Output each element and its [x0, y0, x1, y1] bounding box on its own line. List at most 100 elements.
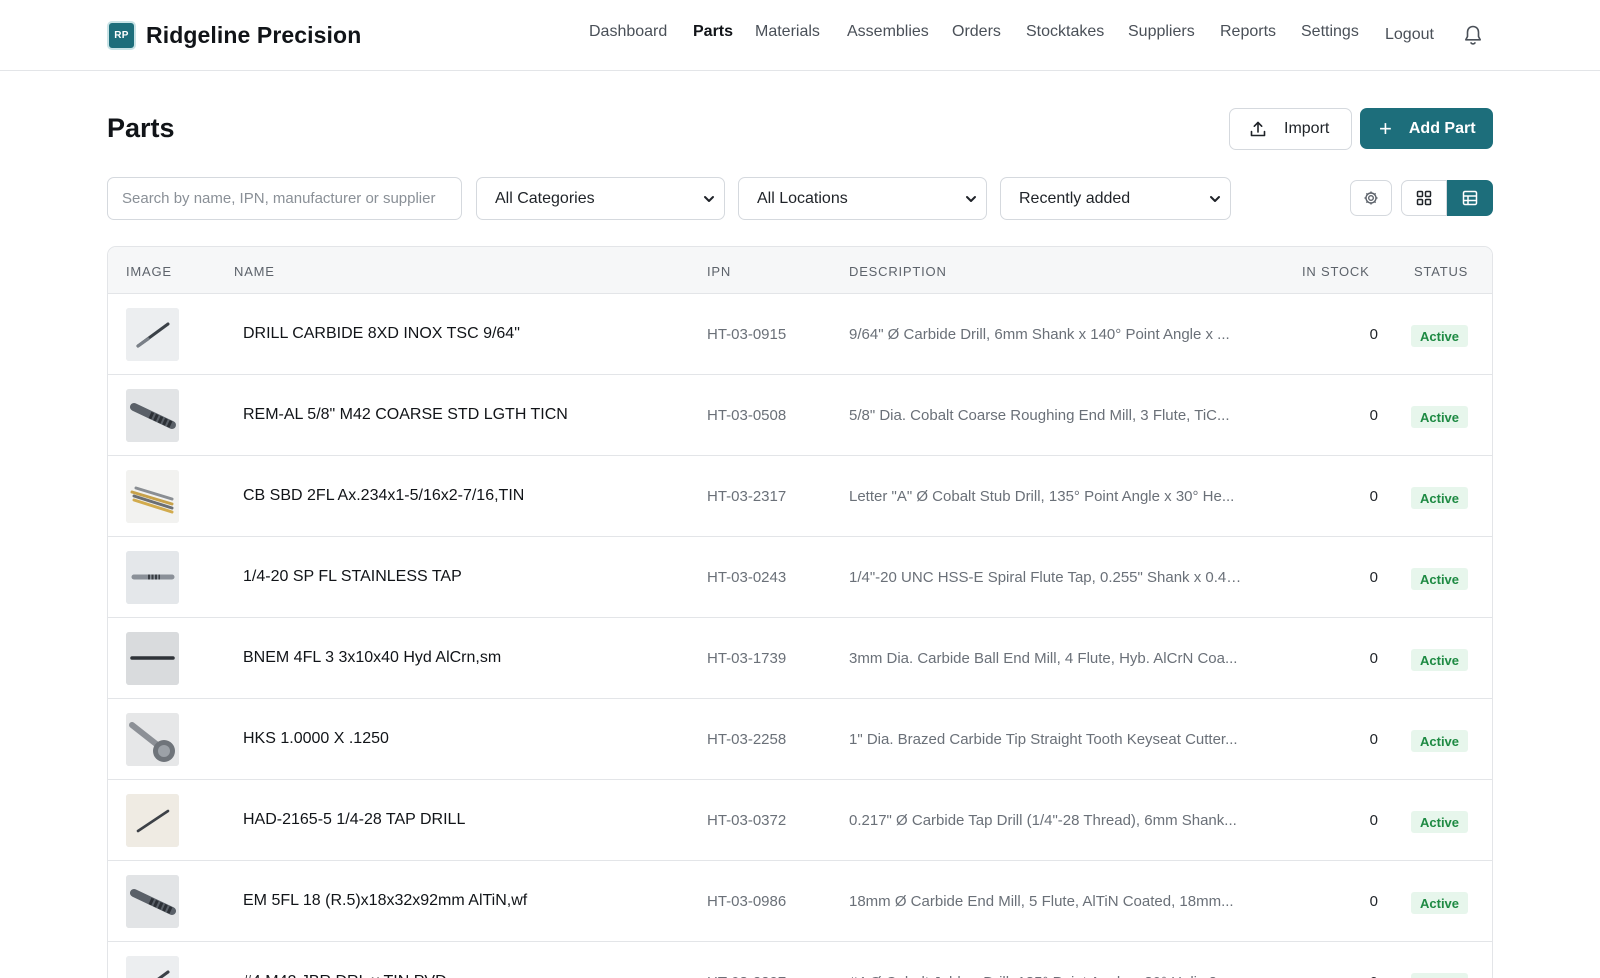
- part-name[interactable]: HKS 1.0000 X .1250: [243, 730, 389, 748]
- sort-select-value: Recently added: [1019, 189, 1131, 207]
- table-row[interactable]: REM-AL 5/8" M42 COARSE STD LGTH TICN HT-0…: [108, 374, 1492, 455]
- ball-end-mill-icon[interactable]: [126, 632, 179, 685]
- part-ipn: HT-03-0915: [707, 326, 787, 343]
- part-name[interactable]: DRILL CARBIDE 8XD INOX TSC 9/64": [243, 325, 520, 343]
- table-header: IMAGE NAME IPN DESCRIPTION IN STOCK STAT…: [108, 247, 1492, 293]
- chevron-down-icon: [966, 196, 976, 202]
- nav-settings[interactable]: Settings: [1301, 23, 1359, 41]
- table-row[interactable]: BNEM 4FL 3 3x10x40 Hyd AlCrn,sm HT-03-173…: [108, 617, 1492, 698]
- part-in-stock: 0: [1369, 812, 1378, 829]
- part-description: 3mm Dia. Carbide Ball End Mill, 4 Flute,…: [849, 650, 1238, 667]
- keyseat-cutter-icon[interactable]: [126, 713, 179, 766]
- part-ipn: HT-03-0243: [707, 569, 787, 586]
- nav-suppliers[interactable]: Suppliers: [1128, 23, 1195, 41]
- part-description: 9/64" Ø Carbide Drill, 6mm Shank x 140° …: [849, 326, 1230, 343]
- bell-icon[interactable]: [1463, 24, 1483, 46]
- parts-table: IMAGE NAME IPN DESCRIPTION IN STOCK STAT…: [107, 246, 1493, 978]
- part-name[interactable]: #4 M42 JBR DRL x TIN PVD: [243, 973, 447, 978]
- nav-assemblies[interactable]: Assemblies: [847, 23, 929, 41]
- category-select-value: All Categories: [495, 189, 595, 207]
- part-description: 0.217" Ø Carbide Tap Drill (1/4"-28 Thre…: [849, 812, 1237, 829]
- table-view-button[interactable]: [1447, 180, 1493, 216]
- header-image[interactable]: IMAGE: [126, 264, 172, 279]
- drill-set-icon[interactable]: [126, 470, 179, 523]
- status-badge: Active: [1411, 406, 1469, 428]
- table-row[interactable]: CB SBD 2FL Ax.234x1-5/16x2-7/16,TIN HT-03…: [108, 455, 1492, 536]
- part-ipn: HT-03-2297: [707, 974, 786, 978]
- status-badge: Active: [1411, 568, 1469, 590]
- grid-icon: [1416, 190, 1432, 206]
- part-name[interactable]: BNEM 4FL 3 3x10x40 Hyd AlCrn,sm: [243, 649, 501, 667]
- table-row[interactable]: #4 M42 JBR DRL x TIN PVD HT-03-2297 #4 Ø C…: [108, 941, 1492, 978]
- end-mill-icon[interactable]: [126, 875, 179, 928]
- nav-dashboard[interactable]: Dashboard: [589, 23, 667, 41]
- import-button[interactable]: Import: [1229, 108, 1352, 150]
- part-name[interactable]: HAD-2165-5 1/4-28 TAP DRILL: [243, 811, 465, 829]
- status-badge: Active: [1411, 973, 1469, 978]
- part-name[interactable]: 1/4-20 SP FL STAINLESS TAP: [243, 568, 462, 586]
- part-name[interactable]: CB SBD 2FL Ax.234x1-5/16x2-7/16,TIN: [243, 487, 524, 505]
- part-ipn: HT-03-0372: [707, 812, 787, 829]
- table-row[interactable]: HKS 1.0000 X .1250 HT-03-2258 1" Dia. Braz…: [108, 698, 1492, 779]
- upload-icon: [1250, 121, 1266, 137]
- header-ipn[interactable]: IPN: [707, 264, 731, 279]
- plus-icon: +: [1379, 115, 1392, 141]
- status-badge: Active: [1411, 487, 1469, 509]
- location-select[interactable]: All Locations: [738, 177, 987, 220]
- table-row[interactable]: 1/4-20 SP FL STAINLESS TAP HT-03-0243 1/4"…: [108, 536, 1492, 617]
- status-badge: Active: [1411, 730, 1469, 752]
- status-badge: Active: [1411, 811, 1469, 833]
- nav-stocktakes[interactable]: Stocktakes: [1026, 23, 1104, 41]
- nav-logout[interactable]: Logout: [1385, 26, 1434, 44]
- import-label: Import: [1284, 120, 1330, 137]
- table-row[interactable]: EM 5FL 18 (R.5)x18x32x92mm AlTiN,wf HT-03…: [108, 860, 1492, 941]
- grid-view-button[interactable]: [1401, 180, 1447, 216]
- drill-icon[interactable]: [126, 308, 179, 361]
- chevron-down-icon: [704, 196, 714, 202]
- drill-icon[interactable]: [126, 956, 179, 978]
- nav-reports[interactable]: Reports: [1220, 23, 1276, 41]
- header-status[interactable]: STATUS: [1414, 264, 1468, 279]
- tap-drill-icon[interactable]: [126, 794, 179, 847]
- status-badge: Active: [1411, 892, 1469, 914]
- nav-orders[interactable]: Orders: [952, 23, 1001, 41]
- part-in-stock: 0: [1369, 650, 1378, 667]
- end-mill-icon[interactable]: [126, 389, 179, 442]
- part-in-stock: 0: [1369, 893, 1378, 910]
- location-select-value: All Locations: [757, 189, 848, 207]
- nav-parts[interactable]: Parts: [693, 23, 733, 41]
- category-select[interactable]: All Categories: [476, 177, 725, 220]
- table-row[interactable]: HAD-2165-5 1/4-28 TAP DRILL HT-03-0372 0.2…: [108, 779, 1492, 860]
- add-part-button[interactable]: + Add Part: [1360, 108, 1493, 149]
- part-ipn: HT-03-2317: [707, 488, 787, 505]
- header-description[interactable]: DESCRIPTION: [849, 264, 947, 279]
- part-in-stock: 0: [1369, 731, 1378, 748]
- part-name[interactable]: REM-AL 5/8" M42 COARSE STD LGTH TICN: [243, 406, 568, 424]
- column-settings-button[interactable]: [1350, 180, 1392, 216]
- part-description: 1/4"-20 UNC HSS-E Spiral Flute Tap, 0.25…: [849, 569, 1245, 586]
- table-row[interactable]: DRILL CARBIDE 8XD INOX TSC 9/64" HT-03-09…: [108, 293, 1492, 374]
- part-description: 18mm Ø Carbide End Mill, 5 Flute, AlTiN …: [849, 893, 1234, 910]
- nav-materials[interactable]: Materials: [755, 23, 820, 41]
- part-in-stock: 0: [1308, 974, 1378, 978]
- part-in-stock: 0: [1369, 488, 1378, 505]
- part-ipn: HT-03-2258: [707, 731, 787, 748]
- part-in-stock: 0: [1369, 326, 1378, 343]
- part-ipn: HT-03-1739: [707, 650, 787, 667]
- tap-icon[interactable]: [126, 551, 179, 604]
- part-description: Letter "A" Ø Cobalt Stub Drill, 135° Poi…: [849, 488, 1235, 505]
- part-description: #4 Ø Cobalt Jobber Drill, 135° Point Ang…: [849, 974, 1245, 978]
- part-in-stock: 0: [1369, 569, 1378, 586]
- chevron-down-icon: [1210, 196, 1220, 202]
- status-badge: Active: [1411, 325, 1469, 347]
- part-description: 5/8" Dia. Cobalt Coarse Roughing End Mil…: [849, 407, 1230, 424]
- header-name[interactable]: NAME: [234, 264, 275, 279]
- part-name[interactable]: EM 5FL 18 (R.5)x18x32x92mm AlTiN,wf: [243, 892, 527, 910]
- part-ipn: HT-03-0508: [707, 407, 787, 424]
- part-ipn: HT-03-0986: [707, 893, 787, 910]
- part-in-stock: 0: [1369, 407, 1378, 424]
- search-input[interactable]: [107, 177, 462, 220]
- page-title: Parts: [107, 113, 175, 143]
- header-in-stock[interactable]: IN STOCK: [1302, 264, 1370, 279]
- sort-select[interactable]: Recently added: [1000, 177, 1231, 220]
